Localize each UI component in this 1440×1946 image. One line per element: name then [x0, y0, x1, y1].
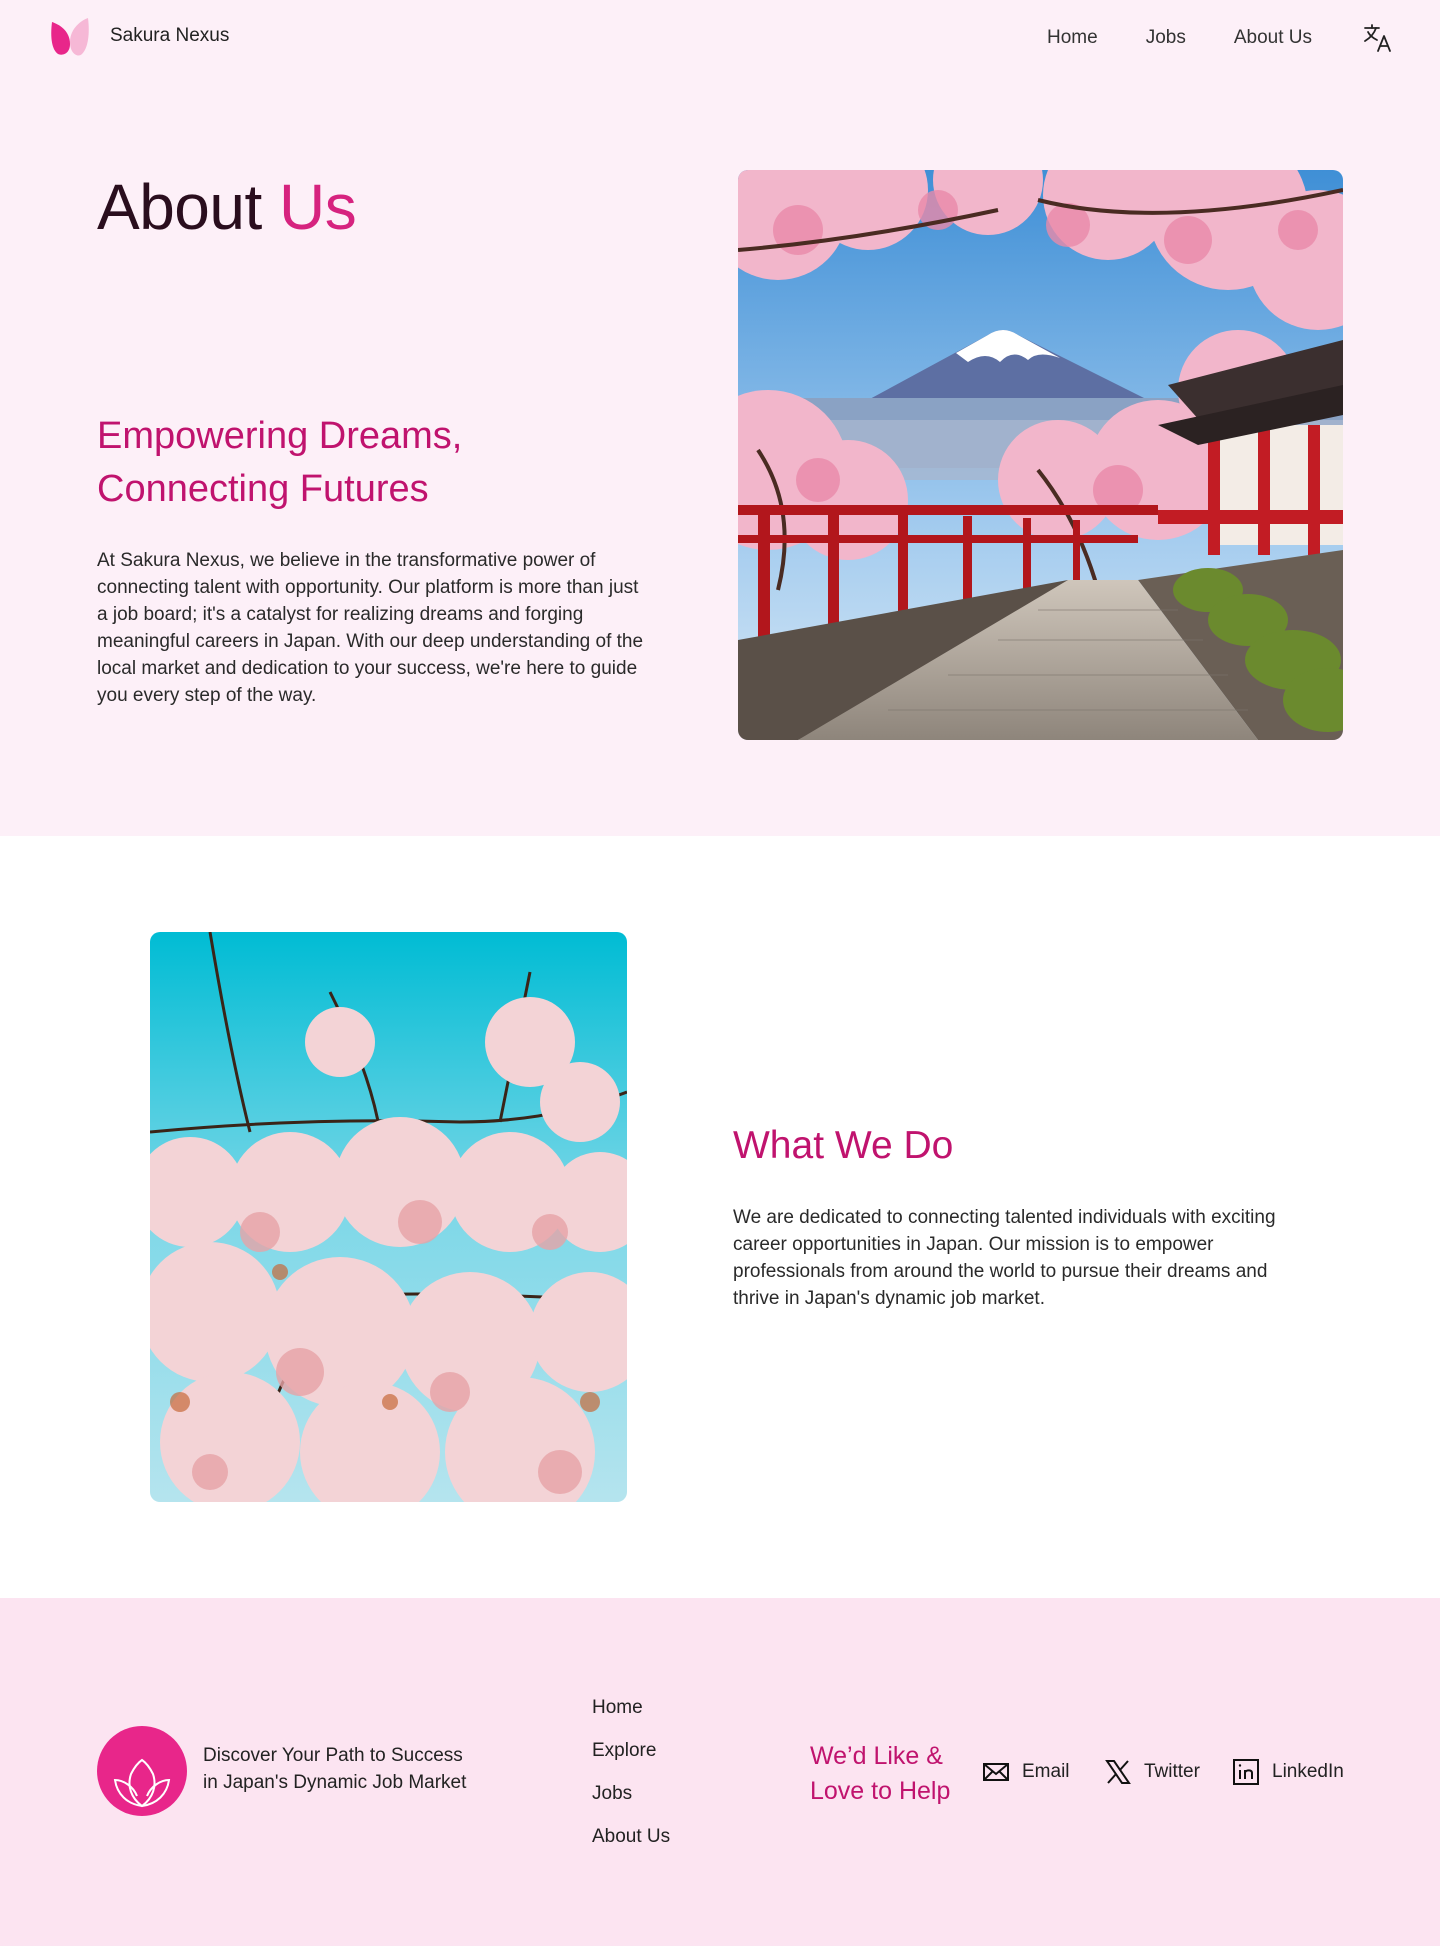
about-hero-section: Sakura Nexus Home Jobs About Us About Us… [0, 0, 1440, 836]
footer-about-link[interactable]: About Us [592, 1825, 670, 1868]
hero-subtitle: Empowering Dreams, Connecting Futures [97, 415, 463, 510]
footer-explore-link[interactable]: Explore [592, 1739, 670, 1782]
brand-name: Sakura Nexus [110, 25, 230, 46]
footer-tagline: Discover Your Path to Success in Japan's… [203, 1745, 467, 1793]
nav-about-link[interactable]: About Us [1234, 27, 1312, 49]
what-we-do-body: We are dedicated to connecting talented … [733, 1207, 1276, 1309]
email-link[interactable]: Email [982, 1758, 1070, 1786]
sakura-petal-logo-icon [51, 18, 89, 56]
x-twitter-icon [1105, 1760, 1131, 1784]
cherry-blossom-illustration [150, 932, 627, 1502]
translate-icon[interactable] [1362, 22, 1394, 54]
linkedin-icon [1233, 1759, 1259, 1785]
page-title: About Us [97, 170, 357, 244]
email-label: Email [1022, 1761, 1070, 1782]
hero-photo-illustration [738, 170, 1343, 740]
footer-home-link[interactable]: Home [592, 1696, 670, 1739]
main-nav: Home Jobs About Us [1047, 22, 1394, 54]
what-we-do-section: What We Do We are dedicated to connectin… [0, 836, 1440, 1598]
footer-jobs-link[interactable]: Jobs [592, 1782, 670, 1825]
what-we-do-title: What We Do [733, 1124, 954, 1167]
hero-photo-fuji-pagoda [738, 170, 1343, 740]
email-icon [983, 1763, 1009, 1781]
brand[interactable]: Sakura Nexus [48, 14, 229, 58]
cherry-blossom-photo [150, 932, 627, 1502]
footer-logo[interactable] [97, 1726, 187, 1816]
page-title-accent: Us [279, 171, 357, 243]
linkedin-link[interactable]: LinkedIn [1232, 1758, 1344, 1786]
nav-home-link[interactable]: Home [1047, 27, 1098, 49]
lotus-icon [113, 1758, 171, 1808]
page-title-main: About [97, 171, 262, 243]
hero-body-text: At Sakura Nexus, we believe in the trans… [97, 550, 644, 706]
nav-jobs-link[interactable]: Jobs [1146, 27, 1186, 49]
site-footer: Discover Your Path to Success in Japan's… [0, 1598, 1440, 1946]
twitter-label: Twitter [1144, 1761, 1200, 1782]
footer-help-heading: We’d Like & Love to Help [810, 1742, 951, 1805]
footer-nav: Home Explore Jobs About Us [592, 1696, 670, 1868]
linkedin-label: LinkedIn [1272, 1761, 1344, 1782]
twitter-link[interactable]: Twitter [1104, 1758, 1200, 1786]
top-navbar: Sakura Nexus Home Jobs About Us [0, 0, 1440, 76]
